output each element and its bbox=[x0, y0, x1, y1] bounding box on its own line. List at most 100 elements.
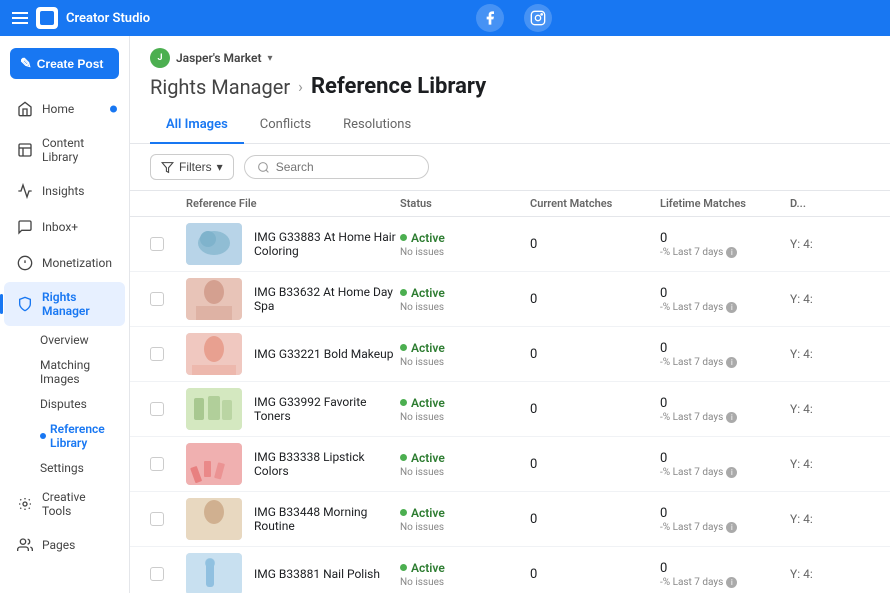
no-issues-label: No issues bbox=[400, 577, 530, 588]
search-icon bbox=[257, 161, 270, 174]
table-row: IMG G33883 At Home Hair Coloring Active … bbox=[130, 217, 890, 272]
ref-name: IMG B33448 Morning Routine bbox=[254, 505, 400, 533]
table-row: IMG G33992 Favorite Toners Active No iss… bbox=[130, 382, 890, 437]
row-checkbox[interactable] bbox=[150, 347, 164, 361]
monetization-icon bbox=[16, 254, 34, 272]
sidebar-item-creative-tools[interactable]: Creative Tools bbox=[4, 482, 125, 526]
sidebar-creative-label: Creative Tools bbox=[42, 490, 113, 518]
info-icon[interactable]: i bbox=[726, 247, 737, 258]
lifetime-matches-cell: 0 -% Last 7 days i bbox=[660, 341, 790, 368]
sidebar-item-monetization[interactable]: Monetization bbox=[4, 246, 125, 280]
lifetime-matches-num: 0 bbox=[660, 506, 790, 521]
status-label: Active bbox=[411, 561, 445, 575]
sidebar-item-home[interactable]: Home bbox=[4, 92, 125, 126]
page-brand: J Jasper's Market ▾ bbox=[150, 48, 870, 68]
status-cell: Active No issues bbox=[400, 396, 530, 423]
status-cell: Active No issues bbox=[400, 506, 530, 533]
ref-name: IMG B33632 At Home Day Spa bbox=[254, 285, 400, 313]
breadcrumb-rights-manager[interactable]: Rights Manager bbox=[150, 75, 290, 99]
info-icon[interactable]: i bbox=[726, 302, 737, 313]
sidebar-item-content-library[interactable]: Content Library bbox=[4, 128, 125, 172]
sidebar: ✎ Create Post Home Content Library Insig… bbox=[0, 36, 130, 593]
lifetime-matches-num: 0 bbox=[660, 561, 790, 576]
lifetime-matches-cell: 0 -% Last 7 days i bbox=[660, 451, 790, 478]
sub-item-overview[interactable]: Overview bbox=[32, 328, 125, 352]
top-nav: Creator Studio bbox=[0, 0, 890, 36]
current-matches-num: 0 bbox=[530, 512, 660, 527]
info-icon[interactable]: i bbox=[726, 357, 737, 368]
hamburger-menu[interactable] bbox=[12, 12, 28, 24]
info-icon[interactable]: i bbox=[726, 522, 737, 533]
row-checkbox[interactable] bbox=[150, 512, 164, 526]
sub-item-settings[interactable]: Settings bbox=[32, 456, 125, 480]
plus-icon: ✎ bbox=[20, 55, 32, 72]
row-checkbox[interactable] bbox=[150, 237, 164, 251]
page-title: Reference Library bbox=[311, 74, 486, 99]
filters-button[interactable]: Filters ▾ bbox=[150, 154, 234, 180]
current-matches-cell: 0 bbox=[530, 237, 660, 252]
row-checkbox[interactable] bbox=[150, 402, 164, 416]
search-input[interactable] bbox=[276, 160, 416, 174]
row-checkbox[interactable] bbox=[150, 457, 164, 471]
row-checkbox-wrap bbox=[150, 457, 186, 471]
table-rows: IMG G33883 At Home Hair Coloring Active … bbox=[130, 217, 890, 593]
info-icon[interactable]: i bbox=[726, 577, 737, 588]
rights-manager-submenu: Overview Matching Images Disputes Refere… bbox=[0, 327, 129, 481]
current-matches-num: 0 bbox=[530, 237, 660, 252]
lifetime-matches-sub: -% Last 7 days i bbox=[660, 577, 790, 588]
sub-item-reference-library[interactable]: Reference Library bbox=[32, 417, 125, 455]
status-cell: Active No issues bbox=[400, 286, 530, 313]
status-cell: Active No issues bbox=[400, 561, 530, 588]
status-active: Active bbox=[400, 231, 530, 245]
current-matches-cell: 0 bbox=[530, 292, 660, 307]
create-post-button[interactable]: ✎ Create Post bbox=[10, 48, 119, 79]
inbox-icon bbox=[16, 218, 34, 236]
sidebar-item-rights-manager[interactable]: Rights Manager bbox=[4, 282, 125, 326]
table-row: IMG B33881 Nail Polish Active No issues … bbox=[130, 547, 890, 593]
no-issues-label: No issues bbox=[400, 247, 530, 258]
create-post-label: Create Post bbox=[37, 57, 104, 71]
sidebar-item-inbox[interactable]: Inbox+ bbox=[4, 210, 125, 244]
sidebar-rights-label: Rights Manager bbox=[42, 290, 113, 318]
lifetime-matches-num: 0 bbox=[660, 396, 790, 411]
lifetime-matches-num: 0 bbox=[660, 286, 790, 301]
sidebar-item-insights[interactable]: Insights bbox=[4, 174, 125, 208]
tab-conflicts[interactable]: Conflicts bbox=[244, 109, 327, 144]
row-checkbox-wrap bbox=[150, 292, 186, 306]
brand-avatar: J bbox=[150, 48, 170, 68]
search-wrap bbox=[244, 155, 429, 179]
ref-name: IMG B33338 Lipstick Colors bbox=[254, 450, 400, 478]
status-cell: Active No issues bbox=[400, 341, 530, 368]
sub-item-matching-images[interactable]: Matching Images bbox=[32, 353, 125, 391]
thumbnail bbox=[186, 443, 242, 485]
sub-item-disputes[interactable]: Disputes bbox=[32, 392, 125, 416]
row-checkbox-wrap bbox=[150, 567, 186, 581]
row-checkbox[interactable] bbox=[150, 292, 164, 306]
row-checkbox-wrap bbox=[150, 512, 186, 526]
thumbnail bbox=[186, 553, 242, 593]
status-dot bbox=[400, 234, 407, 241]
brand-name: Jasper's Market bbox=[176, 51, 262, 65]
home-notification-dot bbox=[110, 106, 117, 113]
instagram-nav-button[interactable] bbox=[524, 4, 552, 32]
current-matches-num: 0 bbox=[530, 402, 660, 417]
facebook-nav-button[interactable] bbox=[476, 4, 504, 32]
lifetime-matches-sub: -% Last 7 days i bbox=[660, 302, 790, 313]
row-checkbox[interactable] bbox=[150, 567, 164, 581]
ref-name: IMG B33881 Nail Polish bbox=[254, 567, 380, 581]
ref-name: IMG G33221 Bold Makeup bbox=[254, 347, 393, 361]
current-matches-num: 0 bbox=[530, 292, 660, 307]
status-label: Active bbox=[411, 506, 445, 520]
lifetime-matches-sub: -% Last 7 days i bbox=[660, 247, 790, 258]
tab-resolutions[interactable]: Resolutions bbox=[327, 109, 427, 144]
current-matches-cell: 0 bbox=[530, 512, 660, 527]
info-icon[interactable]: i bbox=[726, 467, 737, 478]
app-name: Creator Studio bbox=[66, 11, 150, 26]
tab-all-images[interactable]: All Images bbox=[150, 109, 244, 144]
ref-name: IMG G33992 Favorite Toners bbox=[254, 395, 400, 423]
current-matches-cell: 0 bbox=[530, 347, 660, 362]
brand-dropdown-icon[interactable]: ▾ bbox=[268, 53, 273, 64]
sidebar-item-pages[interactable]: Pages bbox=[4, 528, 125, 562]
info-icon[interactable]: i bbox=[726, 412, 737, 423]
lifetime-matches-sub: -% Last 7 days i bbox=[660, 412, 790, 423]
